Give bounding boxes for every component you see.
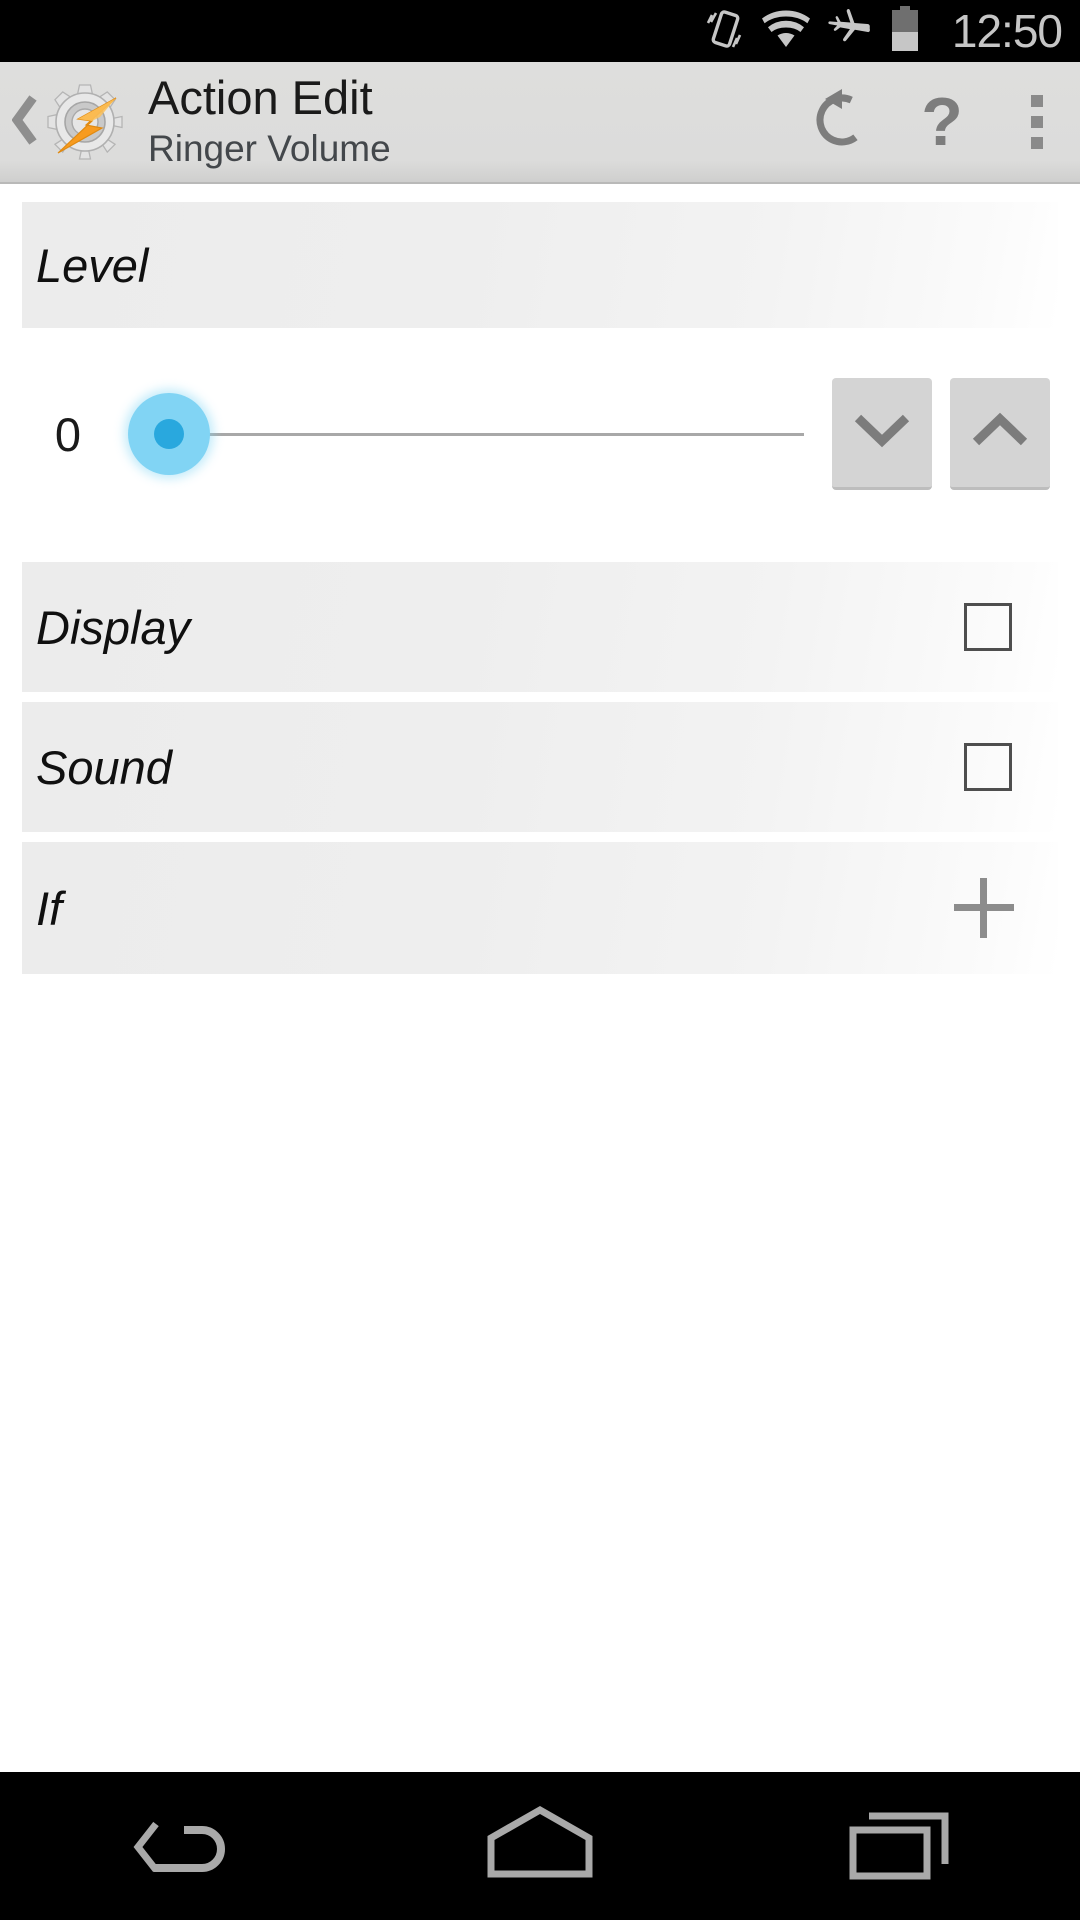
row-if[interactable]: If xyxy=(22,842,1058,974)
status-bar: 12:50 xyxy=(0,0,1080,62)
level-section-header[interactable]: Level xyxy=(22,202,1058,328)
question-mark-icon: ? xyxy=(921,84,963,160)
display-label: Display xyxy=(36,600,191,654)
level-value: 0 xyxy=(54,407,82,461)
add-condition-button[interactable] xyxy=(948,872,1020,944)
back-chevron-icon xyxy=(11,94,38,151)
page-title: Action Edit xyxy=(148,71,373,125)
reset-action-button[interactable] xyxy=(794,61,890,183)
action-bar-titles: Action Edit Ringer Volume xyxy=(148,72,794,171)
stepper-down-button[interactable] xyxy=(832,378,932,490)
display-checkbox[interactable] xyxy=(964,603,1012,651)
nav-home-pentagon-icon xyxy=(480,1804,600,1889)
vibrate-icon xyxy=(706,7,744,56)
three-dots-vertical-icon xyxy=(1031,95,1043,149)
navigation-bar xyxy=(0,1772,1080,1920)
stepper-up-button[interactable] xyxy=(950,378,1050,490)
battery-icon xyxy=(890,5,920,57)
status-bar-clock: 12:50 xyxy=(951,5,1063,57)
overflow-menu-button[interactable] xyxy=(994,61,1080,183)
slider-thumb[interactable] xyxy=(128,393,210,475)
wifi-icon xyxy=(761,9,810,54)
help-action-button[interactable]: ? xyxy=(890,61,994,183)
main-content: Level 0 Display Sound If xyxy=(0,184,1080,1772)
nav-recents-button[interactable] xyxy=(800,1772,1000,1920)
action-bar-actions: ? xyxy=(794,62,1080,182)
level-slider[interactable] xyxy=(128,384,804,484)
airplane-mode-icon xyxy=(828,7,872,56)
level-slider-row: 0 xyxy=(22,328,1058,540)
page-subtitle: Ringer Volume xyxy=(148,128,391,170)
row-display[interactable]: Display xyxy=(22,562,1058,692)
slider-track xyxy=(164,433,804,436)
undo-rotate-left-icon xyxy=(809,87,875,158)
status-bar-icons: 12:50 xyxy=(706,5,1063,57)
nav-back-button[interactable] xyxy=(80,1772,280,1920)
level-label: Level xyxy=(36,238,149,292)
up-navigation-button[interactable] xyxy=(8,94,42,151)
chevron-down-icon xyxy=(853,412,911,453)
tasker-gear-bolt-icon xyxy=(44,81,126,163)
nav-home-button[interactable] xyxy=(440,1772,640,1920)
nav-recents-squares-icon xyxy=(845,1804,955,1889)
nav-back-arrow-icon xyxy=(126,1804,234,1889)
if-label: If xyxy=(36,881,63,935)
chevron-up-icon xyxy=(971,412,1029,453)
sound-checkbox[interactable] xyxy=(964,743,1012,791)
row-sound[interactable]: Sound xyxy=(22,702,1058,832)
sound-label: Sound xyxy=(36,740,172,794)
action-bar: Action Edit Ringer Volume ? xyxy=(0,62,1080,184)
android-screen: 12:50 Action Edit Ringer Volume ? Level … xyxy=(0,0,1080,1920)
level-steppers xyxy=(832,378,1050,490)
